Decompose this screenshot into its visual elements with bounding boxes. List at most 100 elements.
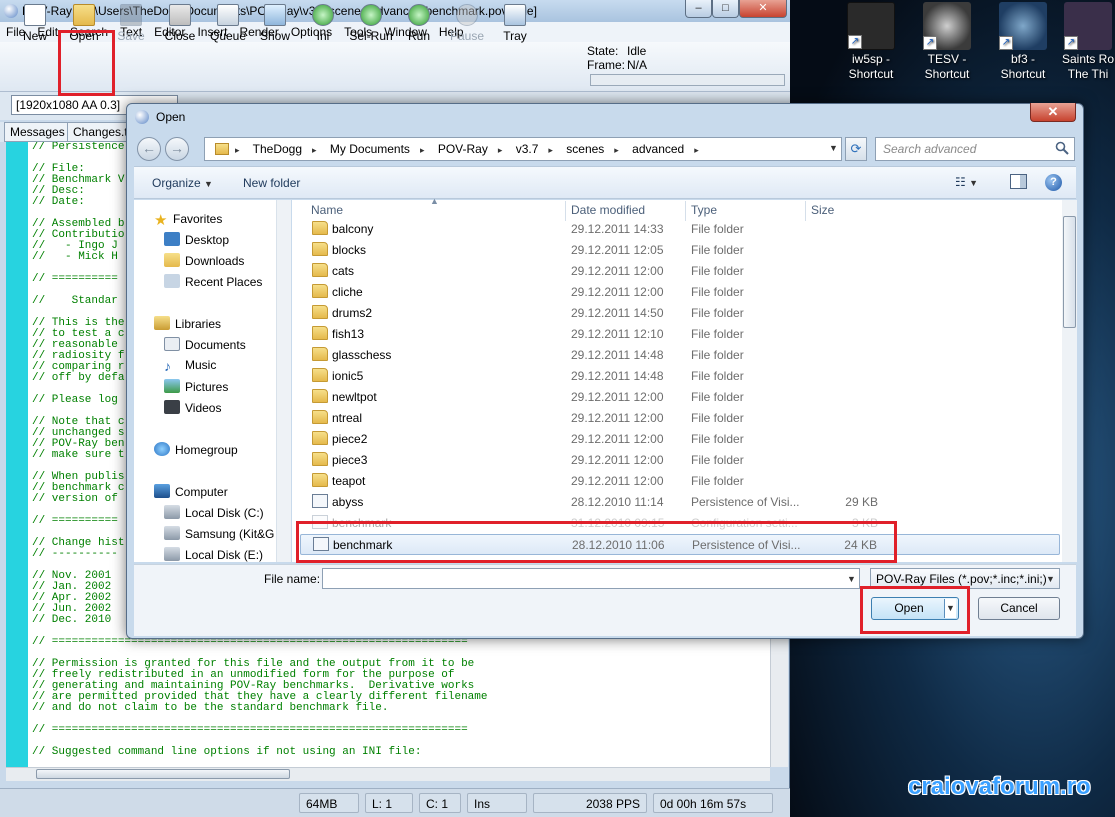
pause-button[interactable]: Pause bbox=[443, 4, 491, 43]
address-bar[interactable]: ▸ TheDogg ▸ My Documents ▸ POV-Ray ▸ v3.7 ▸ … bbox=[204, 137, 842, 161]
game-icon: ↗ bbox=[1064, 2, 1112, 50]
folder-row[interactable]: teapot 29.12.2011 12:00 File folder bbox=[300, 471, 1060, 492]
libraries-icon bbox=[154, 316, 170, 330]
view-options-icon[interactable]: ☷ ▼ bbox=[955, 175, 978, 189]
file-name: ionic5 bbox=[332, 369, 364, 383]
folder-row[interactable]: ntreal 29.12.2011 12:00 File folder bbox=[300, 408, 1060, 429]
nav-videos[interactable]: Videos bbox=[164, 400, 221, 415]
breadcrumb-my-documents[interactable]: My Documents bbox=[330, 142, 410, 156]
help-icon[interactable]: ? bbox=[1045, 174, 1062, 191]
breadcrumb-thedogg[interactable]: TheDogg bbox=[253, 142, 302, 156]
folder-row[interactable]: cats 29.12.2011 12:00 File folder bbox=[300, 261, 1060, 282]
navigation-scrollbar[interactable] bbox=[276, 200, 291, 562]
shortcut-arrow-icon: ↗ bbox=[999, 36, 1013, 50]
breadcrumb-pov-ray[interactable]: POV-Ray bbox=[438, 142, 488, 156]
queue-button[interactable]: Queue bbox=[204, 4, 252, 43]
desktop-icon-saints-row[interactable]: ↗ Saints Ro The Thi bbox=[1061, 2, 1115, 82]
refresh-button[interactable]: ⟳ bbox=[845, 137, 867, 161]
folder-icon bbox=[215, 143, 229, 155]
column-divider bbox=[685, 201, 686, 221]
code-line: // and do not claim to be the standard b… bbox=[32, 702, 389, 714]
nav-downloads[interactable]: Downloads bbox=[164, 253, 244, 268]
minimize-button[interactable]: – bbox=[685, 0, 712, 18]
show-button[interactable]: Show bbox=[251, 4, 299, 43]
folder-row[interactable]: ionic5 29.12.2011 14:48 File folder bbox=[300, 366, 1060, 387]
file-date: 29.12.2011 12:00 bbox=[571, 432, 664, 446]
column-name[interactable]: Name bbox=[311, 203, 343, 217]
folder-row[interactable]: glasschess 29.12.2011 14:48 File folder bbox=[300, 345, 1060, 366]
elapsed-time-status: 0d 00h 16m 57s bbox=[653, 793, 773, 813]
line-status: L: 1 bbox=[365, 793, 413, 813]
desktop-icon-iw5sp[interactable]: ↗ iw5sp - Shortcut bbox=[833, 2, 909, 82]
queue-icon bbox=[217, 4, 239, 26]
folder-row[interactable]: piece2 29.12.2011 12:00 File folder bbox=[300, 429, 1060, 450]
breadcrumb-scenes[interactable]: scenes bbox=[566, 142, 604, 156]
nav-local-disk-e[interactable]: Local Disk (E:) bbox=[164, 547, 263, 562]
code-line: // =====================================… bbox=[32, 724, 468, 736]
sel-run-button[interactable]: Sel-Run bbox=[347, 4, 395, 43]
desktop-icon-tesv[interactable]: ↗ TESV - Shortcut bbox=[909, 2, 985, 82]
column-size[interactable]: Size bbox=[811, 203, 834, 217]
shortcut-arrow-icon: ↗ bbox=[1064, 36, 1078, 50]
forward-button[interactable]: → bbox=[165, 137, 189, 161]
highlight-open-toolbar bbox=[58, 30, 115, 96]
nav-documents[interactable]: Documents bbox=[164, 337, 246, 352]
file-name-dropdown-icon[interactable]: ▼ bbox=[847, 574, 856, 584]
nav-favorites[interactable]: ★ Favorites bbox=[154, 211, 222, 229]
desktop-icon-bf3[interactable]: ↗ bf3 - Shortcut bbox=[985, 2, 1061, 82]
file-type-dropdown-icon[interactable]: ▼ bbox=[1046, 574, 1055, 584]
nav-recent-places[interactable]: Recent Places bbox=[164, 274, 262, 289]
file-name-input[interactable] bbox=[322, 568, 860, 589]
nav-local-disk-c[interactable]: Local Disk (C:) bbox=[164, 505, 264, 520]
column-date-modified[interactable]: Date modified bbox=[571, 203, 645, 217]
nav-pictures[interactable]: Pictures bbox=[164, 379, 228, 394]
highlight-benchmark-file bbox=[296, 521, 897, 563]
statusbar: 64MB L: 1 C: 1 Ins 2038 PPS 0d 00h 16m 5… bbox=[0, 788, 790, 817]
tab-messages[interactable]: Messages bbox=[4, 122, 71, 142]
folder-row[interactable]: newltpot 29.12.2011 12:00 File folder bbox=[300, 387, 1060, 408]
nav-homegroup[interactable]: Homegroup bbox=[154, 442, 238, 457]
maximize-button[interactable]: □ bbox=[712, 0, 739, 18]
nav-samsung-drive[interactable]: Samsung (Kit&G bbox=[164, 526, 274, 541]
close-button[interactable]: ✕ bbox=[739, 0, 787, 18]
file-date: 29.12.2011 12:00 bbox=[571, 411, 664, 425]
ini-button[interactable]: Ini bbox=[299, 4, 347, 43]
search-input[interactable]: Search advanced bbox=[875, 137, 1075, 161]
dialog-close-button[interactable]: ✕ bbox=[1030, 103, 1076, 122]
column-divider bbox=[805, 201, 806, 221]
organize-button[interactable]: Organize ▼ bbox=[152, 176, 213, 190]
file-row[interactable]: abyss 28.12.2010 11:14 Persistence of Visi… bbox=[300, 492, 1060, 513]
new-folder-button[interactable]: New folder bbox=[243, 176, 300, 190]
nav-computer[interactable]: Computer bbox=[154, 484, 228, 499]
folder-row[interactable]: balcony 29.12.2011 14:33 File folder bbox=[300, 219, 1060, 240]
folder-row[interactable]: blocks 29.12.2011 12:05 File folder bbox=[300, 240, 1060, 261]
file-list-scroll-thumb[interactable] bbox=[1063, 216, 1076, 328]
horizontal-scroll-thumb[interactable] bbox=[36, 769, 290, 779]
breadcrumb-advanced[interactable]: advanced bbox=[632, 142, 684, 156]
open-folder-icon bbox=[73, 4, 95, 26]
close-file-button[interactable]: Close bbox=[156, 4, 204, 43]
nav-desktop[interactable]: Desktop bbox=[164, 232, 229, 247]
breadcrumb-v37[interactable]: v3.7 bbox=[516, 142, 539, 156]
game-icon: ↗ bbox=[923, 2, 971, 50]
tab-changes[interactable]: Changes.t bbox=[67, 122, 127, 142]
folder-row[interactable]: cliche 29.12.2011 12:00 File folder bbox=[300, 282, 1060, 303]
folder-row[interactable]: fish13 29.12.2011 12:10 File folder bbox=[300, 324, 1060, 345]
address-dropdown-icon[interactable]: ▼ bbox=[829, 143, 838, 153]
documents-icon bbox=[164, 337, 180, 351]
column-type[interactable]: Type bbox=[691, 203, 717, 217]
videos-icon bbox=[164, 400, 180, 414]
preview-pane-icon[interactable] bbox=[1010, 174, 1027, 189]
run-button[interactable]: Run bbox=[395, 4, 443, 43]
file-name: glasschess bbox=[332, 348, 392, 362]
file-date: 29.12.2011 12:00 bbox=[571, 390, 664, 404]
back-button[interactable]: ← bbox=[137, 137, 161, 161]
folder-row[interactable]: drums2 29.12.2011 14:50 File folder bbox=[300, 303, 1060, 324]
folder-row[interactable]: piece3 29.12.2011 12:00 File folder bbox=[300, 450, 1060, 471]
show-icon bbox=[264, 4, 286, 26]
nav-music[interactable]: ♪ Music bbox=[164, 358, 216, 374]
nav-libraries[interactable]: Libraries bbox=[154, 316, 221, 331]
new-button[interactable]: New bbox=[11, 4, 59, 43]
tray-button[interactable]: Tray bbox=[491, 4, 539, 43]
dialog-cancel-button[interactable]: Cancel bbox=[978, 597, 1060, 620]
